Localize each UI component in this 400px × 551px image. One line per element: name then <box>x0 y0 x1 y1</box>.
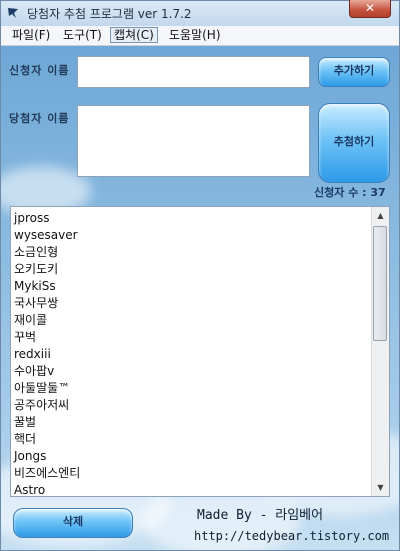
list-item[interactable]: 꾸벅 <box>14 329 369 346</box>
close-button[interactable]: ✕ <box>349 0 391 18</box>
made-by-credit: Made By - 라임베어 <box>197 508 324 523</box>
list-item[interactable]: 오키도키 <box>14 261 369 278</box>
list-item[interactable]: 아둘딸둘™ <box>14 380 369 397</box>
list-items: jpross wysesaver 소금인형 오키도키 MykiSs 국사무쌍 재이콜 꾸벅 re… <box>14 210 369 499</box>
list-item[interactable]: jpross <box>14 210 369 227</box>
applicant-name-label: 신청자 이름 <box>9 64 70 77</box>
list-item[interactable]: 공주아저씨 <box>14 397 369 414</box>
applicant-count: 신청자 수 : 37 <box>314 186 386 199</box>
list-item[interactable]: 소금인형 <box>14 244 369 261</box>
list-item[interactable]: MykiSs <box>14 278 369 295</box>
scroll-down-arrow-icon[interactable]: ▼ <box>372 479 389 496</box>
list-scrollbar[interactable]: ▲ ▼ <box>371 207 389 496</box>
list-item[interactable]: 재이콜 <box>14 312 369 329</box>
menu-help[interactable]: 도움말(H) <box>166 28 224 42</box>
winner-name-output <box>77 105 310 177</box>
list-item[interactable]: 비즈에스엔티 <box>14 465 369 482</box>
list-item[interactable]: 국사무쌍 <box>14 295 369 312</box>
menu-capture[interactable]: 캡쳐(C) <box>110 27 158 43</box>
blog-url[interactable]: http://tedybear.tistory.com <box>194 529 389 543</box>
scroll-up-arrow-icon[interactable]: ▲ <box>372 207 389 224</box>
main-window: 당첨자 추첨 프로그램 ver 1.7.2 ✕ 파일(F) 도구(T) 캡쳐(C… <box>0 0 400 551</box>
menu-file[interactable]: 파일(F) <box>9 28 53 42</box>
list-item[interactable]: redxiii <box>14 346 369 363</box>
draw-button[interactable]: 추첨하기 <box>318 103 390 183</box>
list-item[interactable]: Jongs <box>14 448 369 465</box>
menu-bar: 파일(F) 도구(T) 캡쳐(C) 도움말(H) <box>1 26 399 46</box>
applicant-name-input[interactable] <box>77 56 310 88</box>
list-item[interactable]: wysesaver <box>14 227 369 244</box>
menu-tools[interactable]: 도구(T) <box>60 28 105 42</box>
list-item[interactable]: Astro <box>14 482 369 499</box>
list-item[interactable]: 꿀벌 <box>14 414 369 431</box>
winner-name-label: 당첨자 이름 <box>9 112 70 125</box>
app-icon <box>8 8 18 18</box>
scroll-thumb[interactable] <box>373 226 387 341</box>
applicant-list[interactable]: jpross wysesaver 소금인형 오키도키 MykiSs 국사무쌍 재이콜 꾸벅 re… <box>10 206 390 497</box>
list-item[interactable]: 수아팝v <box>14 363 369 380</box>
delete-button[interactable]: 삭제 <box>13 508 133 538</box>
list-item[interactable]: 핵더 <box>14 431 369 448</box>
add-button[interactable]: 추가하기 <box>318 57 390 87</box>
title-bar[interactable]: 당첨자 추첨 프로그램 ver 1.7.2 ✕ <box>1 0 399 27</box>
window-title: 당첨자 추첨 프로그램 ver 1.7.2 <box>27 7 192 21</box>
client-area: 신청자 이름 추가하기 당첨자 이름 추첨하기 신청자 수 : 37 jpros… <box>1 46 399 550</box>
